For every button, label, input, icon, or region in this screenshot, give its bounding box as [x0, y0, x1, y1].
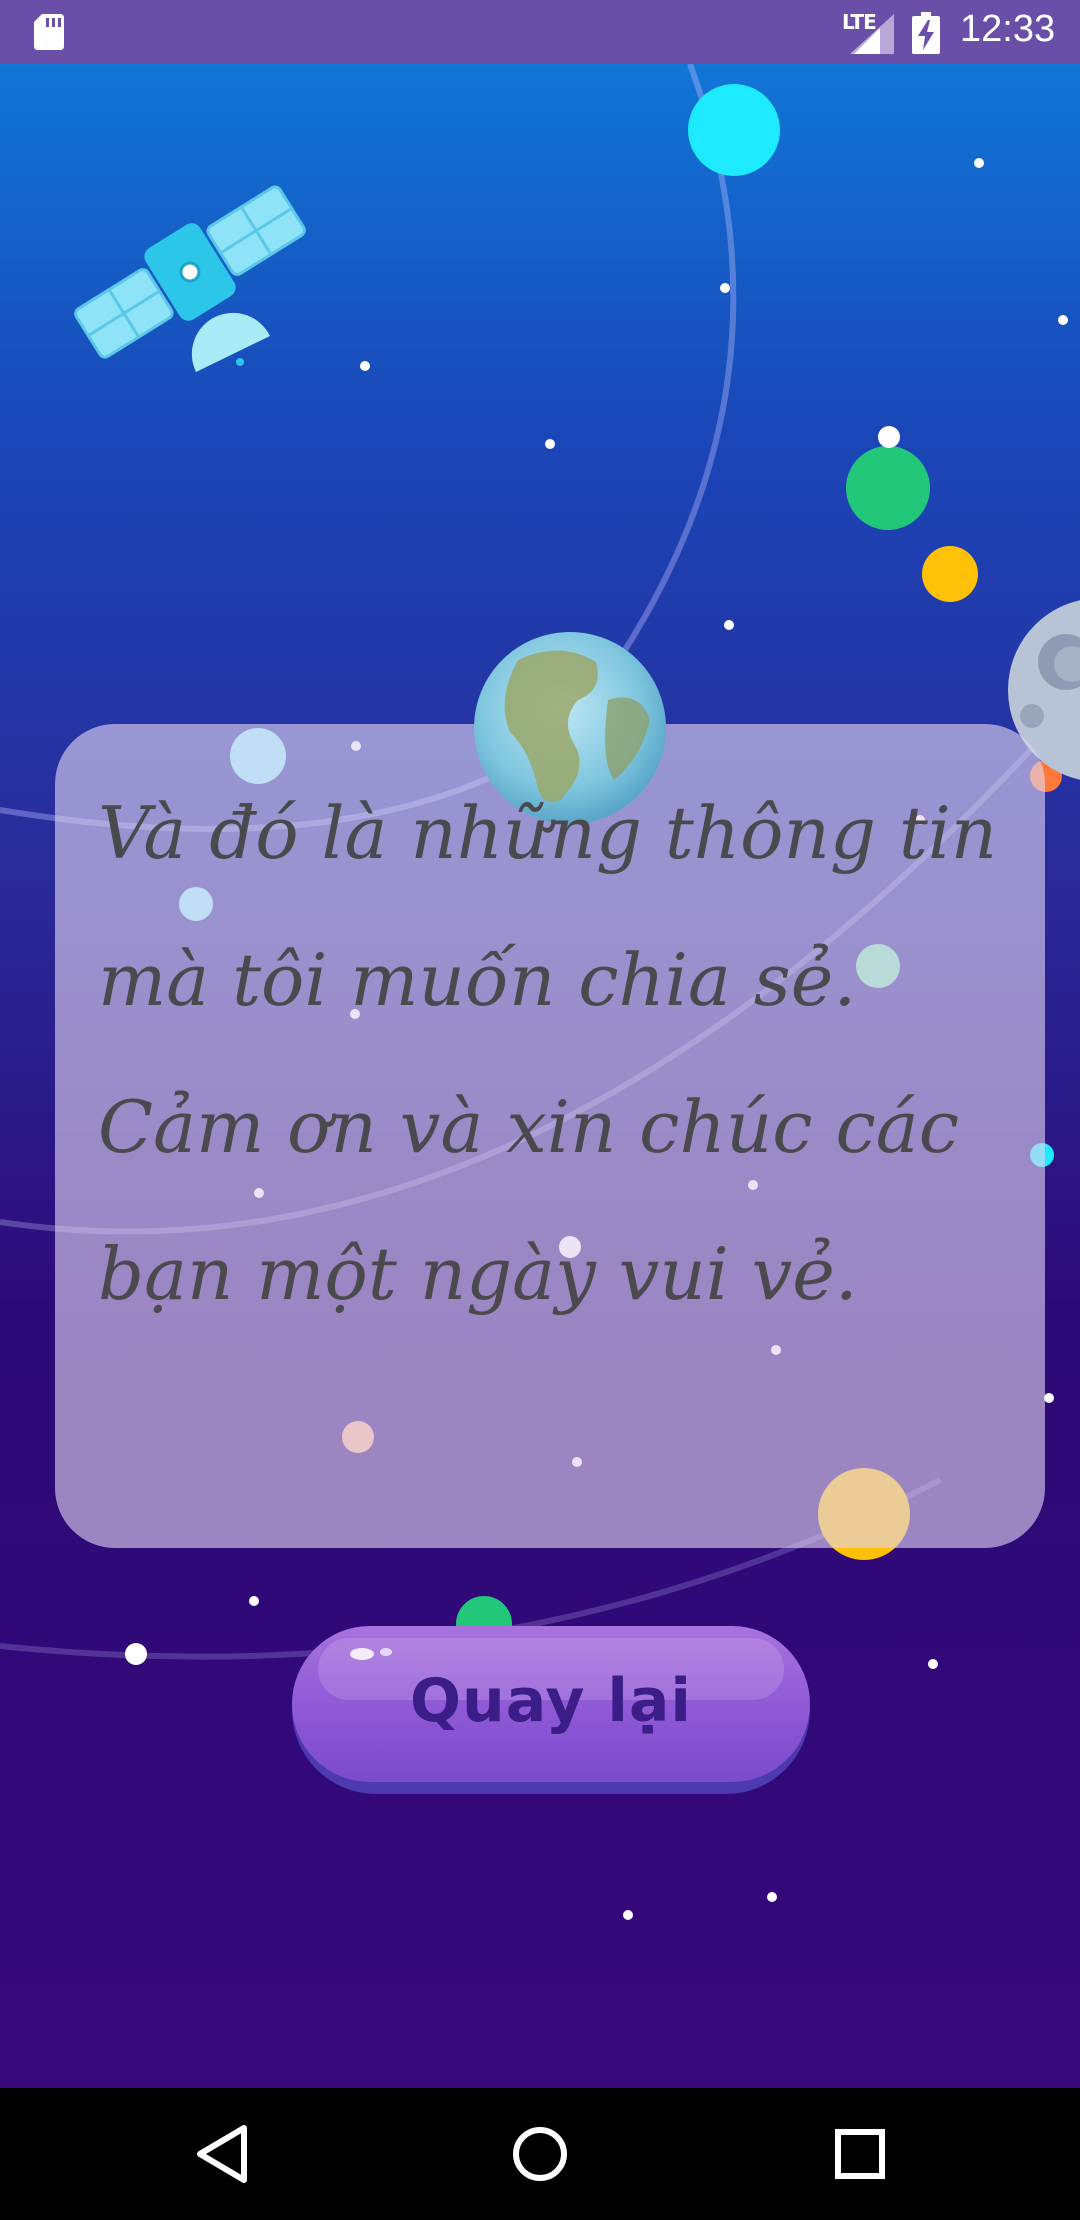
back-triangle-icon[interactable]: [170, 2108, 270, 2200]
button-gloss-icon: [350, 1648, 392, 1660]
sd-card-icon: [34, 14, 64, 50]
back-button[interactable]: Quay lại: [292, 1626, 810, 1794]
signal-icon: [850, 14, 894, 54]
recents-square-icon[interactable]: [810, 2108, 910, 2200]
message-text: Và đó là những thông tin mà tôi muốn chi…: [98, 791, 998, 1316]
battery-charging-icon: [912, 12, 940, 54]
navigation-bar: [0, 2088, 1080, 2220]
home-circle-icon[interactable]: [490, 2108, 590, 2200]
status-bar: LTE 12:33: [0, 0, 1080, 64]
status-clock: 12:33: [960, 8, 1056, 50]
back-button-label: Quay lại: [410, 1666, 692, 1736]
satellite-icon: [74, 185, 306, 372]
